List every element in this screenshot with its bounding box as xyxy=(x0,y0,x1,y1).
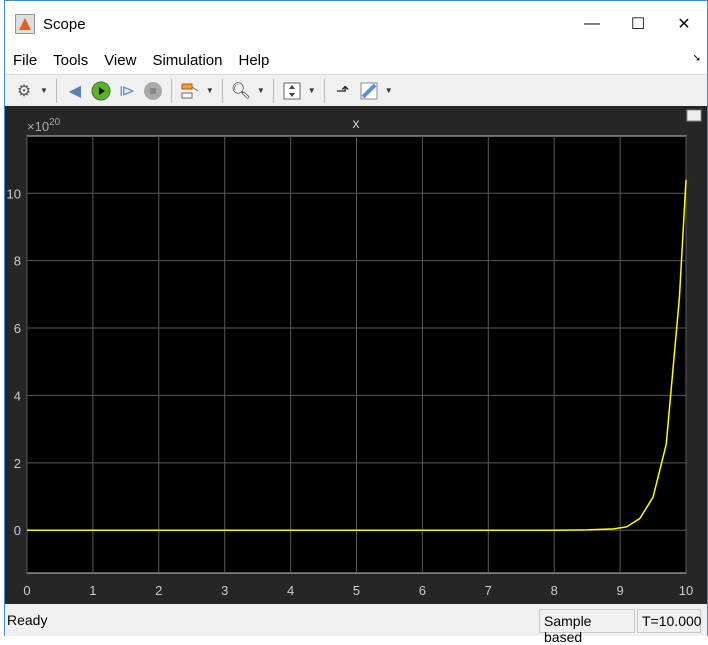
triggers-icon[interactable]: ⬏ xyxy=(332,80,354,102)
matlab-icon xyxy=(15,14,35,34)
x-tick-label: 3 xyxy=(221,583,228,598)
stop-icon[interactable] xyxy=(142,80,164,102)
y-tick-label: 10 xyxy=(7,186,21,201)
autoscale-dropdown[interactable]: ▼ xyxy=(308,86,316,95)
exponent-label: ×1020 xyxy=(27,117,61,134)
chart-title: x xyxy=(353,115,360,131)
x-tick-label: 4 xyxy=(287,583,294,598)
toolbar: ⚙ ▼ ◀ ⧐ ▼ 🔍︎ ▼ ▼ ⬏ ▼ xyxy=(5,74,707,106)
x-tick-label: 0 xyxy=(23,583,30,598)
menu-bar: File Tools View Simulation Help ➘ xyxy=(5,47,707,73)
step-forward-icon[interactable]: ⧐ xyxy=(116,80,138,102)
x-tick-label: 9 xyxy=(616,583,623,598)
menu-view[interactable]: View xyxy=(104,52,136,69)
status-ready: Ready xyxy=(7,612,48,628)
x-tick-label: 2 xyxy=(155,583,162,598)
settings-icon[interactable]: ⚙ xyxy=(13,80,35,102)
window-title: Scope xyxy=(43,15,86,33)
x-tick-label: 10 xyxy=(679,583,693,598)
separator xyxy=(221,78,223,103)
y-tick-label: 6 xyxy=(14,321,21,336)
y-tick-label: 0 xyxy=(14,523,21,538)
autoscale-icon[interactable] xyxy=(281,80,303,102)
x-tick-label: 8 xyxy=(551,583,558,598)
measurements-dropdown[interactable]: ▼ xyxy=(385,86,393,95)
status-time: T=10.000 xyxy=(637,609,702,633)
measurements-icon[interactable] xyxy=(358,80,380,102)
title-bar: Scope — ☐ ✕ xyxy=(5,1,707,47)
separator xyxy=(55,78,57,103)
scope-window: Scope — ☐ ✕ File Tools View Simulation H… xyxy=(4,0,708,645)
plot-panel: 0 1 2 3 4 5 6 7 8 9 10 0 2 4 6 8 10 x ×1020 xyxy=(5,106,707,604)
zoom-in-icon[interactable]: 🔍︎ xyxy=(230,80,252,102)
dock-icon[interactable]: ➘ xyxy=(693,53,701,64)
maximize-button[interactable]: ☐ xyxy=(615,1,661,47)
signal-dropdown[interactable]: ▼ xyxy=(206,86,214,95)
x-tick-label: 1 xyxy=(89,583,96,598)
zoom-dropdown[interactable]: ▼ xyxy=(257,86,265,95)
undock-button[interactable] xyxy=(686,109,702,122)
settings-dropdown[interactable]: ▼ xyxy=(40,86,48,95)
step-back-icon[interactable]: ◀ xyxy=(64,80,86,102)
y-tick-label: 2 xyxy=(14,456,21,471)
x-tick-label: 7 xyxy=(485,583,492,598)
status-mode: Sample based xyxy=(539,609,635,645)
signal-select-icon[interactable] xyxy=(179,80,201,102)
separator xyxy=(323,78,325,103)
x-tick-label: 6 xyxy=(419,583,426,598)
run-icon[interactable] xyxy=(90,80,112,102)
minimize-button[interactable]: — xyxy=(569,1,615,47)
scope-plot[interactable]: 0 1 2 3 4 5 6 7 8 9 10 0 2 4 6 8 10 x ×1020 xyxy=(5,106,707,604)
separator xyxy=(170,78,172,103)
x-tick-label: 5 xyxy=(353,583,360,598)
y-tick-label: 8 xyxy=(14,254,21,269)
y-tick-label: 4 xyxy=(14,388,21,403)
menu-tools[interactable]: Tools xyxy=(53,52,88,69)
close-button[interactable]: ✕ xyxy=(661,1,707,47)
status-bar: Ready Sample based T=10.000 xyxy=(5,604,707,645)
menu-help[interactable]: Help xyxy=(239,52,270,69)
menu-simulation[interactable]: Simulation xyxy=(152,52,222,69)
separator xyxy=(272,78,274,103)
menu-file[interactable]: File xyxy=(13,52,37,69)
